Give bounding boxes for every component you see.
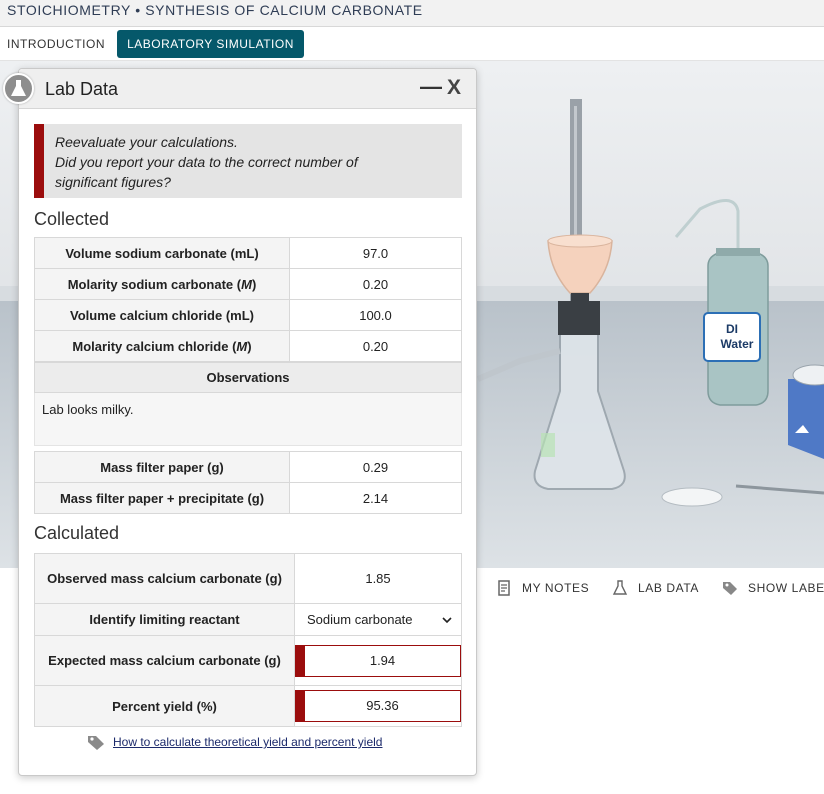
table-row: Observed mass calcium carbonate (g) 1.85 (34, 553, 462, 604)
dialog-header[interactable]: Lab Data — X (19, 69, 476, 109)
tab-bar: INTRODUCTION LABORATORY SIMULATION (0, 27, 824, 61)
table-row: Identify limiting reactant Sodium carbon… (34, 603, 462, 636)
minimize-button[interactable]: — (420, 74, 442, 100)
tab-introduction[interactable]: INTRODUCTION (7, 30, 105, 58)
lab-data-badge (3, 73, 34, 104)
table-row: Percent yield (%) 95.36 (34, 685, 462, 727)
table-row: Volume sodium carbonate (mL) 97.0 (34, 237, 462, 269)
table-row: Molarity sodium carbonate (M) 0.20 (34, 268, 462, 300)
row-label: Mass filter paper (g) (34, 451, 290, 483)
help-link[interactable]: How to calculate theoretical yield and p… (87, 733, 382, 751)
row-label: Identify limiting reactant (34, 603, 295, 636)
my-notes-button[interactable]: MY NOTES (496, 580, 589, 596)
calculated-heading: Calculated (34, 523, 120, 543)
lab-data-dialog: Lab Data — X Reevaluate your calculation… (18, 68, 477, 776)
percent-yield-cell: 95.36 (294, 685, 462, 727)
observations-text: Lab looks milky. (34, 393, 462, 446)
row-label: Molarity sodium carbonate (M) (34, 268, 290, 300)
table-row: Molarity calcium chloride (M) 0.20 (34, 330, 462, 362)
row-label: Percent yield (%) (34, 685, 295, 727)
feedback-line-2: Did you report your data to the correct … (55, 154, 358, 170)
chevron-down-icon (442, 616, 452, 623)
row-value: 100.0 (289, 299, 462, 331)
bottle-label-water: Water (721, 337, 754, 351)
row-value: 2.14 (289, 482, 462, 514)
show-labels-label: SHOW LABEL (748, 581, 824, 595)
observations-heading: Observations (34, 362, 462, 393)
feedback-message: Reevaluate your calculations. Did you re… (34, 124, 462, 198)
row-value: 0.20 (289, 330, 462, 362)
lab-data-button[interactable]: LAB DATA (612, 580, 699, 596)
watch-glass[interactable] (661, 487, 723, 507)
row-value: 97.0 (289, 237, 462, 269)
limiting-reactant-selected: Sodium carbonate (307, 612, 413, 627)
collected-table: Volume sodium carbonate (mL) 97.0 Molari… (34, 237, 462, 362)
show-labels-button[interactable]: SHOW LABEL (722, 580, 824, 596)
calculated-table: Observed mass calcium carbonate (g) 1.85… (34, 553, 462, 727)
flask-icon (612, 580, 628, 595)
expected-mass-input[interactable]: 1.94 (295, 644, 461, 677)
expected-mass-cell: 1.94 (294, 635, 462, 686)
table-row: Mass filter paper (g) 0.29 (34, 451, 462, 483)
mass-table: Mass filter paper (g) 0.29 Mass filter p… (34, 451, 462, 514)
help-link-text: How to calculate theoretical yield and p… (113, 735, 383, 749)
tag-icon (88, 736, 104, 750)
row-label: Expected mass calcium carbonate (g) (34, 635, 295, 686)
row-label: Volume sodium carbonate (mL) (34, 237, 290, 269)
percent-yield-input[interactable]: 95.36 (295, 690, 461, 722)
bottle-label-di: DI (726, 322, 738, 336)
row-label: Observed mass calcium carbonate (g) (34, 553, 295, 604)
table-row: Volume calcium chloride (mL) 100.0 (34, 299, 462, 331)
row-value: 0.20 (289, 268, 462, 300)
feedback-line-1: Reevaluate your calculations. (55, 134, 238, 150)
close-button[interactable]: X (444, 76, 464, 100)
row-label: Molarity calcium chloride (M) (34, 330, 290, 362)
limiting-reactant-select[interactable]: Sodium carbonate (294, 603, 462, 636)
flask-badge-icon (11, 80, 26, 96)
lab-data-label: LAB DATA (638, 581, 700, 595)
scene-toolbar: MY NOTES LAB DATA SHOW LABEL (478, 568, 824, 608)
my-notes-label: MY NOTES (522, 581, 590, 595)
table-row: Mass filter paper + precipitate (g) 2.14 (34, 482, 462, 514)
tag-icon (723, 582, 737, 595)
notes-icon (498, 580, 510, 596)
observed-mass-value: 1.85 (294, 553, 462, 604)
row-value: 0.29 (289, 451, 462, 483)
rubber-stopper (558, 301, 600, 335)
feedback-line-3: significant figures? (55, 174, 171, 190)
row-label: Volume calcium chloride (mL) (34, 299, 290, 331)
table-row: Expected mass calcium carbonate (g) 1.94 (34, 635, 462, 686)
app-title: STOICHIOMETRY • SYNTHESIS OF CALCIUM CAR… (0, 0, 824, 27)
tab-laboratory-simulation[interactable]: LABORATORY SIMULATION (117, 30, 304, 58)
row-label: Mass filter paper + precipitate (g) (34, 482, 290, 514)
collected-heading: Collected (34, 209, 110, 229)
stir-plate[interactable] (788, 379, 824, 459)
dialog-title: Lab Data (45, 79, 119, 99)
